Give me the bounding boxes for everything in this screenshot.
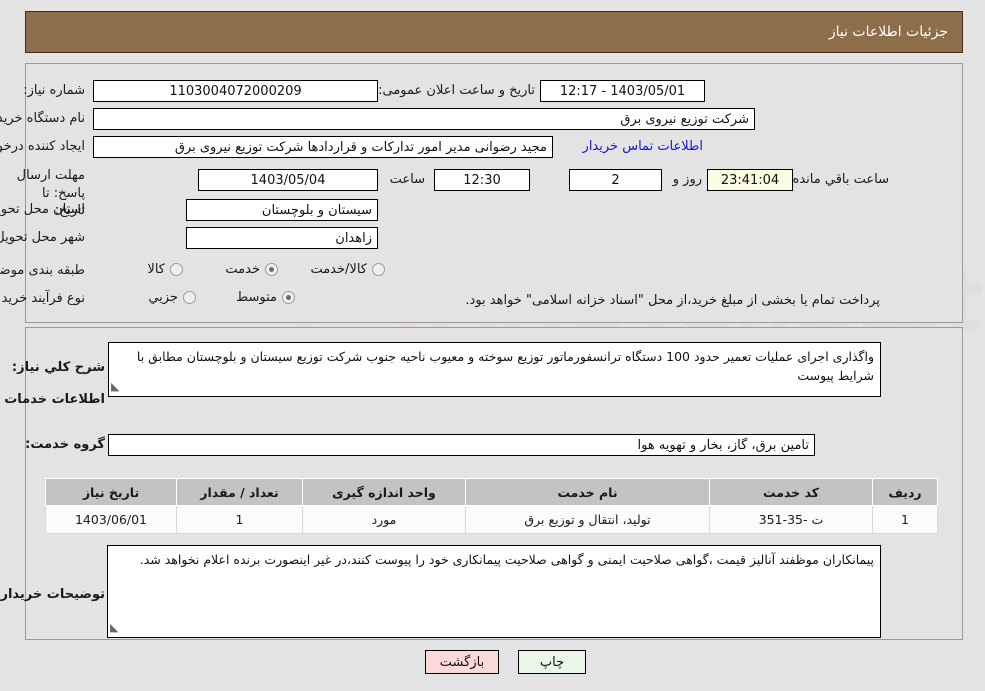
category-radio-kala-khedmat[interactable]: کالا/خدمت [310,262,385,277]
delivery-city-value: زاهدان [186,227,378,249]
page-title-bar: جزئیات اطلاعات نیاز [25,11,963,53]
cell-quantity: 1 [176,505,303,534]
public-announce-label: تاریخ و ساعت اعلان عمومی: [378,83,535,98]
table-header-row: ردیف کد خدمت نام خدمت واحد اندازه گیری ت… [45,478,938,506]
need-details-page: AriaTender .net TenderProT جزئیات اطلاعا… [0,0,985,691]
remaining-days-label: روز و [672,172,702,187]
cell-service-name: تولید، انتقال و توزیع برق [465,505,710,534]
resize-grip-icon[interactable]: ◢ [110,619,118,636]
delivery-city-label: شهر محل تحویل: [0,230,85,245]
buyer-contact-link[interactable]: اطلاعات تماس خریدار [583,139,703,154]
th-unit: واحد اندازه گیری [302,478,466,506]
radio-indicator[interactable] [282,291,295,304]
public-announce-value: 1403/05/01 - 12:17 [540,80,705,102]
services-heading: اطلاعات خدمات مورد نیاز [0,392,105,407]
deadline-time-value: 12:30 [434,169,530,191]
process-radio-label: متوسط [236,290,277,305]
buyer-notes-value[interactable]: پیمانکاران موظفند آنالیز قیمت ،گواهی صلا… [107,545,881,638]
deadline-time-label: ساعت [389,172,425,187]
service-group-value: تامین برق، گاز، بخار و تهویه هوا [108,434,815,456]
general-description-text: واگذاری اجرای عملیات تعمیر حدود 100 دستگ… [136,349,874,384]
process-radio-motevasset[interactable]: متوسط [236,290,295,305]
radio-indicator[interactable] [265,263,278,276]
cell-unit: مورد [302,505,466,534]
delivery-province-label: استان محل تحویل: [0,202,85,217]
general-description-value[interactable]: واگذاری اجرای عملیات تعمیر حدود 100 دستگ… [108,342,881,397]
category-radio-khedmat[interactable]: خدمت [225,262,278,277]
back-button[interactable]: بازگشت [425,650,499,674]
cell-need-date: 1403/06/01 [45,505,177,534]
category-radio-label: کالا [147,262,165,277]
delivery-province-value: سیستان و بلوچستان [186,199,378,221]
process-radio-label: جزیي [148,290,178,305]
category-radio-label: خدمت [225,262,260,277]
need-number-label: شماره نیاز: [23,83,85,98]
process-note: پرداخت تمام یا بخشی از مبلغ خرید،از محل … [465,293,880,308]
category-radio-kala[interactable]: کالا [147,262,183,277]
print-button[interactable]: چاپ [518,650,586,674]
radio-indicator[interactable] [372,263,385,276]
need-info-panel [25,63,963,323]
th-quantity: تعداد / مقدار [176,478,303,506]
cell-service-code: ت -35-351 [709,505,873,534]
page-title: جزئیات اطلاعات نیاز [828,24,948,40]
category-radio-label: کالا/خدمت [310,262,367,277]
category-label: طبقه بندی موضوعی: [0,263,85,278]
service-group-label: گروه خدمت: [25,437,105,452]
buyer-notes-label: توضیحات خریدار: [0,587,105,602]
radio-indicator[interactable] [183,291,196,304]
buyer-org-label: نام دستگاه خریدار: [0,111,85,126]
remaining-days-value: 2 [569,169,662,191]
need-number-value: 1103004072000209 [93,80,378,102]
th-service-code: کد خدمت [709,478,873,506]
countdown-timer-label: ساعت باقي مانده [792,172,889,187]
cell-row-no: 1 [872,505,938,534]
buyer-org-value: شرکت توزیع نیروی برق [93,108,755,130]
th-service-name: نام خدمت [465,478,710,506]
radio-indicator[interactable] [170,263,183,276]
creator-value: مجید رضوانی مدیر امور تدارکات و قرارداده… [93,136,553,158]
th-row-no: ردیف [872,478,938,506]
general-description-label: شرح کلي نیاز: [11,360,105,375]
services-table: ردیف کد خدمت نام خدمت واحد اندازه گیری ت… [45,478,938,534]
resize-grip-icon[interactable]: ◢ [111,378,119,395]
process-radio-jozei[interactable]: جزیي [148,290,196,305]
process-type-label: نوع فرآیند خرید : [0,291,85,306]
table-row: 1 ت -35-351 تولید، انتقال و توزیع برق مو… [45,505,938,534]
deadline-date-value: 1403/05/04 [198,169,378,191]
th-need-date: تاریخ نیاز [45,478,177,506]
creator-label: ایجاد کننده درخواست: [0,139,85,154]
buyer-notes-text: پیمانکاران موظفند آنالیز قیمت ،گواهی صلا… [139,552,874,567]
countdown-timer-value: 23:41:04 [707,169,793,191]
